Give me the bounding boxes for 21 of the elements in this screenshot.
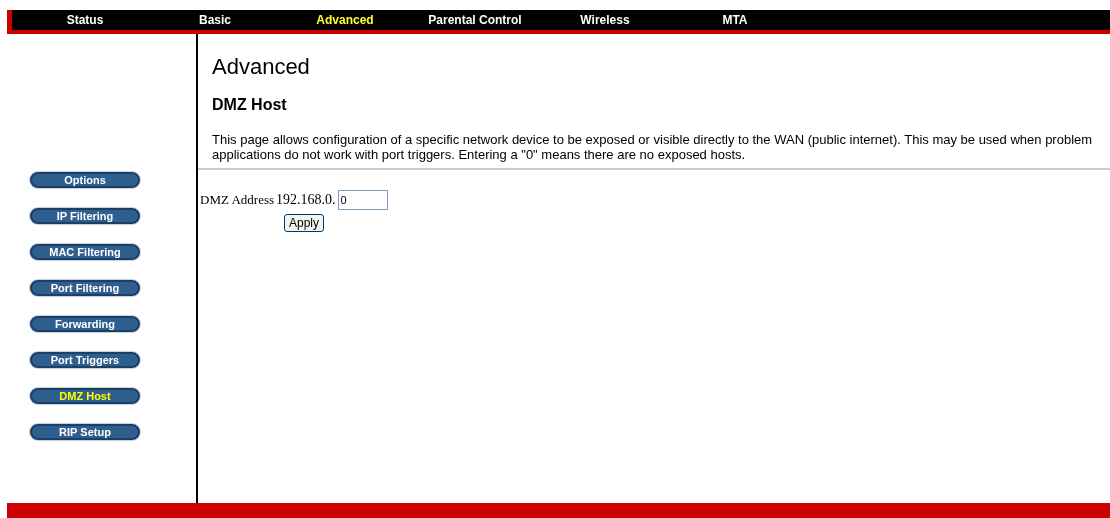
- input-field[interactable]: 0: [337, 190, 388, 210]
- nav-tab[interactable]: Wireless: [540, 13, 670, 27]
- sidebar-button[interactable]: IP Filtering: [30, 208, 140, 224]
- sidebar-button[interactable]: Options: [30, 172, 140, 188]
- apply-button[interactable]: Apply: [284, 214, 325, 232]
- nav-tab[interactable]: MTA: [670, 13, 800, 27]
- ip-prefix: 192.168.0.: [276, 192, 336, 208]
- sidebar-button[interactable]: RIP Setup: [30, 424, 140, 440]
- nav-tab[interactable]: Status: [20, 13, 150, 27]
- nav-tab[interactable]: Advanced: [280, 13, 410, 27]
- sidebar-button[interactable]: Forwarding: [30, 316, 140, 332]
- description: This page allows configuration of a specific network device to be exposed or visible directly to the WAN (public internet). This may be used when problem applications do not work with port triggers. Entering a "0" means there are no exposed hosts.: [212, 132, 1094, 162]
- sidebar-button[interactable]: DMZ Host: [30, 388, 140, 404]
- sidebar-button[interactable]: Port Triggers: [30, 352, 140, 368]
- sidebar-button[interactable]: MAC Filtering: [30, 244, 140, 260]
- nav-tab[interactable]: Parental Control: [410, 13, 540, 27]
- field-label: DMZ Address: [200, 192, 275, 208]
- section-title: DMZ Host: [212, 96, 288, 114]
- page-title: Advanced: [212, 54, 311, 80]
- nav-tab[interactable]: Basic: [150, 13, 280, 27]
- sidebar-button[interactable]: Port Filtering: [30, 280, 140, 296]
